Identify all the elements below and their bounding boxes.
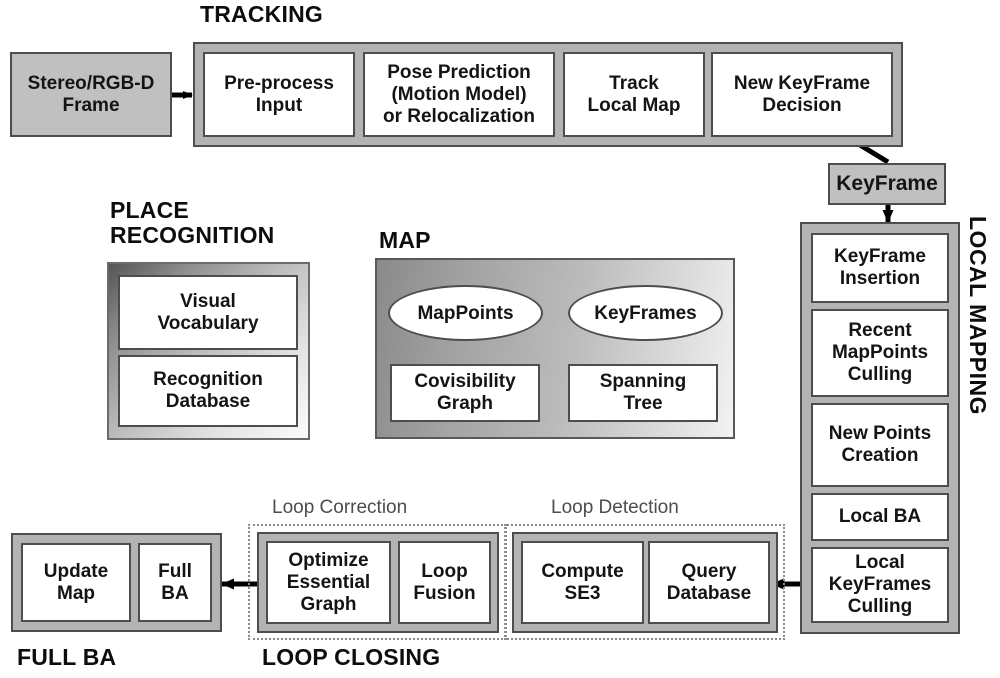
full-ba-section-title: FULL BA <box>17 644 117 670</box>
map-section-title: MAP <box>379 227 431 253</box>
local-mapping-node-local-ba[interactable]: Local BA <box>811 493 949 541</box>
diagram-canvas: TRACKING Pre-process Input Pose Predicti… <box>0 0 1000 678</box>
input-frame-node[interactable]: Stereo/RGB-D Frame <box>10 52 172 137</box>
tracking-section-title: TRACKING <box>200 1 323 27</box>
place-recognition-node-recognition-database[interactable]: Recognition Database <box>118 355 298 427</box>
map-node-covisibility-graph[interactable]: Covisibility Graph <box>390 364 540 422</box>
loop-correction-node-loop-fusion[interactable]: Loop Fusion <box>398 541 491 624</box>
loop-detection-node-compute-se3[interactable]: Compute SE3 <box>521 541 644 624</box>
place-recognition-section-title: PLACE RECOGNITION <box>110 197 275 248</box>
map-ellipse-mappoints[interactable]: MapPoints <box>388 285 543 341</box>
local-mapping-node-recent-mappoints-culling[interactable]: Recent MapPoints Culling <box>811 309 949 397</box>
local-mapping-node-keyframe-insertion[interactable]: KeyFrame Insertion <box>811 233 949 303</box>
tracking-node-track-local-map[interactable]: Track Local Map <box>563 52 705 137</box>
loop-correction-subtitle: Loop Correction <box>272 497 408 518</box>
keyframe-token-node[interactable]: KeyFrame <box>828 163 946 205</box>
full-ba-node-full-ba[interactable]: Full BA <box>138 543 212 622</box>
map-ellipse-keyframes[interactable]: KeyFrames <box>568 285 723 341</box>
tracking-node-new-keyframe-decision[interactable]: New KeyFrame Decision <box>711 52 893 137</box>
map-node-spanning-tree[interactable]: Spanning Tree <box>568 364 718 422</box>
tracking-node-pre-process-input[interactable]: Pre-process Input <box>203 52 355 137</box>
place-recognition-node-visual-vocabulary[interactable]: Visual Vocabulary <box>118 275 298 350</box>
loop-correction-node-optimize-essential-graph[interactable]: Optimize Essential Graph <box>266 541 391 624</box>
tracking-node-pose-prediction[interactable]: Pose Prediction (Motion Model) or Reloca… <box>363 52 555 137</box>
loop-detection-subtitle: Loop Detection <box>551 497 679 518</box>
local-mapping-section-title: LOCAL MAPPING <box>965 216 991 416</box>
full-ba-node-update-map[interactable]: Update Map <box>21 543 131 622</box>
local-mapping-node-local-keyframes-culling[interactable]: Local KeyFrames Culling <box>811 547 949 623</box>
loop-closing-section-title: LOOP CLOSING <box>262 644 441 670</box>
loop-detection-node-query-database[interactable]: Query Database <box>648 541 770 624</box>
local-mapping-node-new-points-creation[interactable]: New Points Creation <box>811 403 949 487</box>
